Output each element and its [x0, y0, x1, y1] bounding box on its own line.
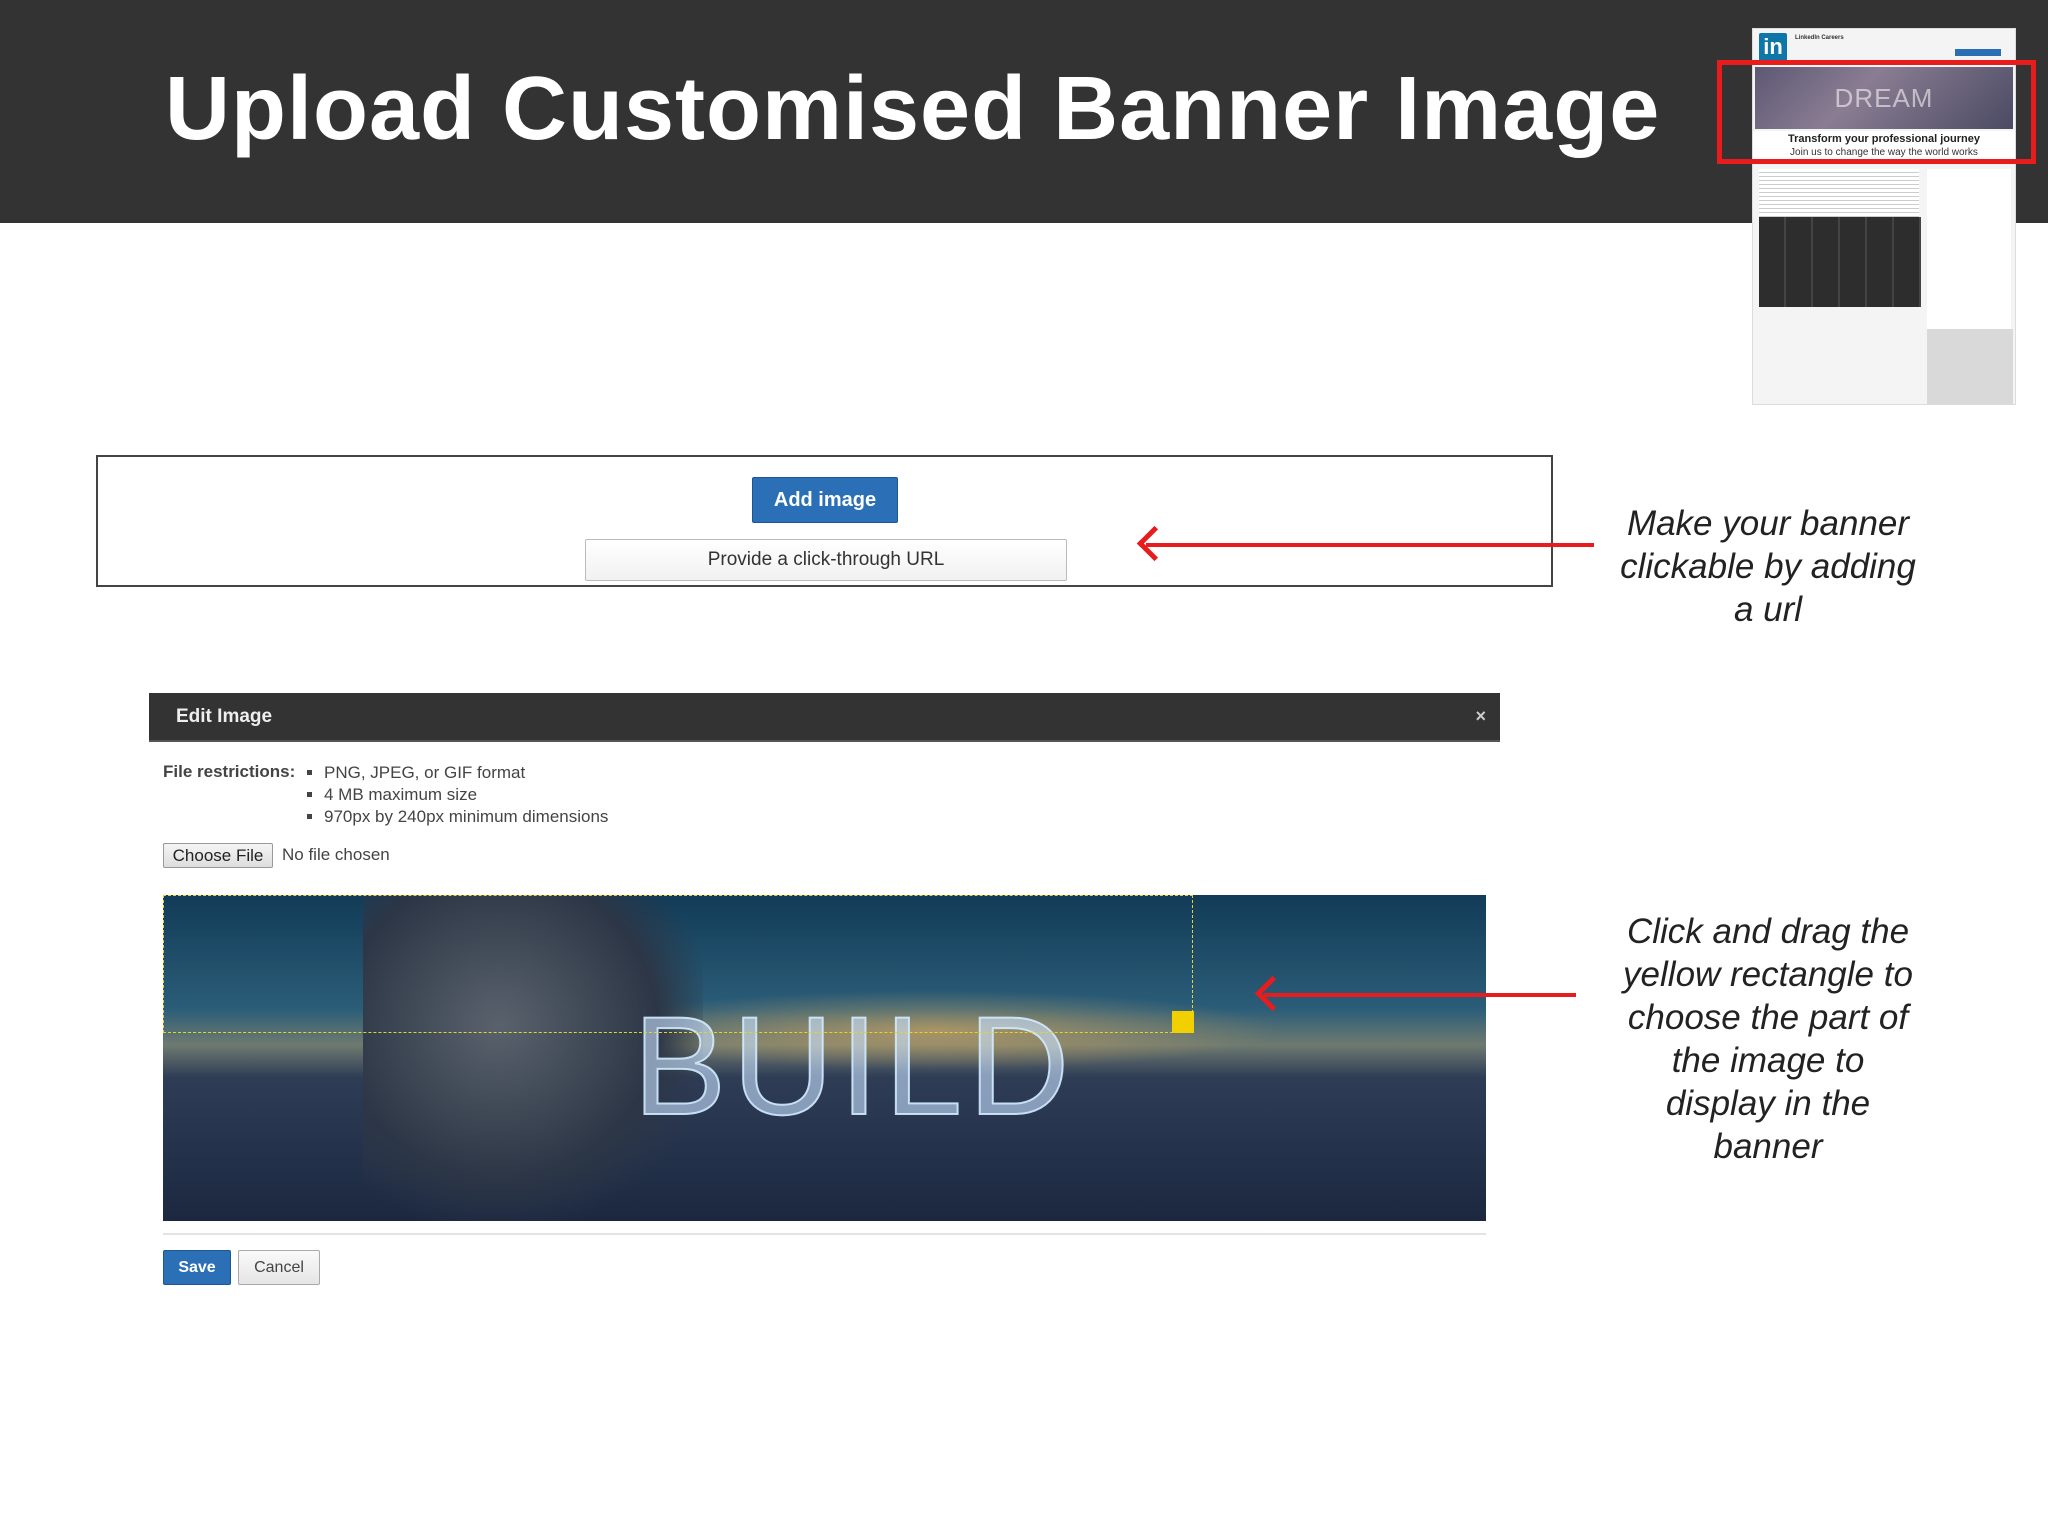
crop-rectangle[interactable] — [163, 895, 1193, 1033]
add-image-button[interactable]: Add image — [752, 477, 898, 523]
restriction-item: 970px by 240px minimum dimensions — [324, 806, 608, 828]
note-line: clickable by adding — [1620, 547, 1916, 586]
note-line: a url — [1733, 590, 1803, 629]
click-through-url-button[interactable]: Provide a click-through URL — [585, 539, 1067, 581]
note-line: Make your banner — [1626, 504, 1910, 543]
arrow-left-icon — [1264, 993, 1576, 997]
thumb-gray-area — [1927, 329, 2013, 404]
edit-image-dialog-header: Edit Image × — [149, 693, 1500, 742]
close-icon[interactable]: × — [1475, 706, 1486, 727]
drag-note: Click and drag the yellow rectangle to c… — [1598, 910, 1938, 1168]
note-line: banner — [1713, 1127, 1823, 1166]
note-line: Click and drag the — [1626, 912, 1910, 951]
thumb-button — [1955, 49, 2001, 56]
arrow-left-icon — [1146, 543, 1594, 547]
note-line: the image to — [1671, 1041, 1865, 1080]
linkedin-logo-icon: in — [1759, 33, 1787, 61]
url-note: Make your banner clickable by adding a u… — [1598, 502, 1938, 631]
crop-resize-handle[interactable] — [1172, 1011, 1194, 1033]
restriction-item: 4 MB maximum size — [324, 784, 608, 806]
no-file-text: No file chosen — [282, 845, 390, 864]
thumb-sidebar — [1927, 169, 2011, 339]
slide-title: Upload Customised Banner Image — [165, 59, 1661, 159]
note-line: yellow rectangle to — [1623, 955, 1913, 994]
company-name: LinkedIn Careers — [1795, 35, 1844, 41]
cancel-button[interactable]: Cancel — [238, 1250, 320, 1285]
save-button[interactable]: Save — [163, 1250, 231, 1285]
note-line: display in the — [1665, 1084, 1871, 1123]
divider — [163, 1233, 1486, 1235]
dialog-title: Edit Image — [176, 706, 273, 727]
banner-highlight-box — [1717, 60, 2036, 164]
restriction-item: PNG, JPEG, or GIF format — [324, 762, 608, 784]
choose-file-button[interactable]: Choose File — [163, 843, 273, 868]
restrictions-label: File restrictions: — [163, 762, 296, 781]
note-line: choose the part of — [1627, 998, 1909, 1037]
thumb-video — [1759, 217, 1921, 307]
